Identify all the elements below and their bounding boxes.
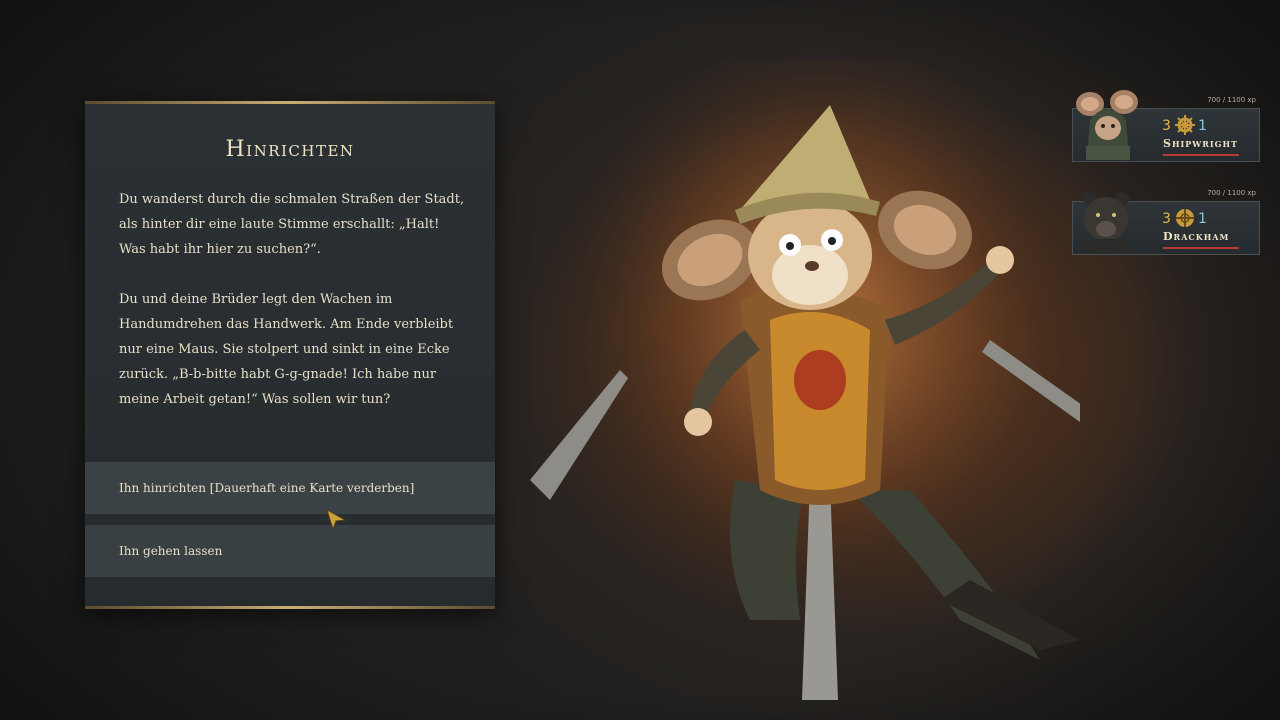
mouse-guard-illustration (530, 60, 1080, 700)
event-paragraph: Du und deine Brüder legt den Wachen im H… (119, 292, 454, 407)
bear-portrait-icon (1082, 192, 1130, 253)
event-paragraph: Du wanderst durch die schmalen Straßen d… (119, 192, 465, 257)
health-bar (1163, 247, 1239, 249)
xp-label: 700 / 1100 xp (1207, 96, 1256, 104)
party-member-name: Drackham (1163, 230, 1230, 243)
choice-let-go-button[interactable]: Ihn gehen lassen (85, 525, 495, 577)
event-description: Du wanderst durch die schmalen Straßen d… (119, 187, 469, 437)
shield-wheel-icon (1176, 209, 1194, 227)
panel-bottom-border (85, 606, 495, 609)
health-bar (1163, 154, 1239, 156)
xp-label: 700 / 1100 xp (1207, 189, 1256, 197)
panel-top-border (85, 101, 495, 104)
party-member-name: Shipwright (1163, 137, 1238, 150)
gear-cross-icon (1175, 115, 1195, 135)
party-member-card[interactable]: 700 / 1100 xp 3 1 Shipwright (1072, 90, 1260, 162)
stat-value-gold: 3 (1162, 118, 1171, 134)
stat-value-blue: 1 (1198, 118, 1207, 134)
mouse-cursor-icon (326, 508, 347, 530)
stat-value-gold: 3 (1162, 211, 1171, 227)
mouse-hooded-portrait-icon (1076, 90, 1138, 160)
choice-execute-button[interactable]: Ihn hinrichten [Dauerhaft eine Karte ver… (85, 462, 495, 514)
event-title: Hinrichten (225, 137, 355, 162)
party-member-card[interactable]: 700 / 1100 xp 3 1 Drackham (1072, 183, 1260, 255)
stat-value-blue: 1 (1198, 211, 1207, 227)
event-panel: Hinrichten Du wanderst durch die schmale… (85, 101, 495, 609)
